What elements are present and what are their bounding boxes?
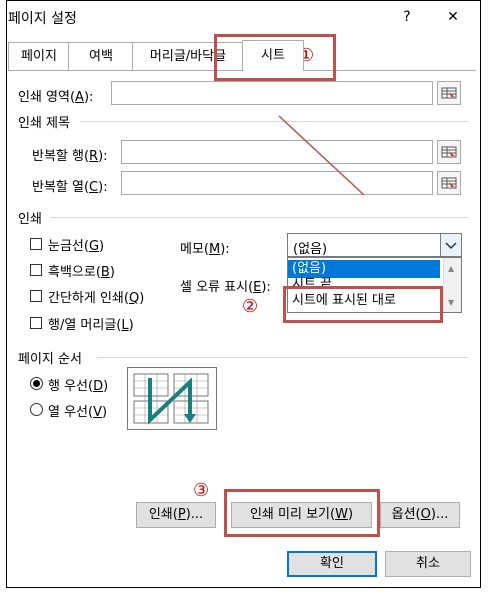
page-order-preview-icon [127,367,217,430]
page-order-heading: 페이지 순서 [18,352,82,367]
annotation-marker-3: ③ [193,480,210,501]
tab-sheet[interactable]: 시트 [242,40,304,71]
ok-button[interactable]: 확인 [287,551,377,577]
cancel-button[interactable]: 취소 [385,551,471,577]
over-then-down-radio[interactable] [30,403,43,416]
down-then-over-label: 행 우선(D) [48,379,109,394]
print-preview-button[interactable]: 인쇄 미리 보기(W) [231,502,372,528]
print-button[interactable]: 인쇄(P)... [136,502,216,528]
over-then-down-label: 열 우선(V) [48,405,108,420]
options-button[interactable]: 옵션(O)... [380,502,460,528]
down-then-over-radio[interactable] [30,377,43,390]
separator [97,357,468,358]
